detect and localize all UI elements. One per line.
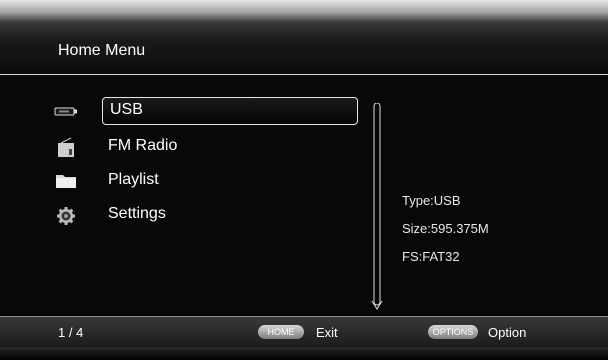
options-button[interactable]: OPTIONS bbox=[428, 325, 478, 339]
info-fs: FS:FAT32 bbox=[402, 249, 460, 264]
menu-item-label: USB bbox=[110, 101, 143, 118]
radio-icon bbox=[58, 137, 74, 157]
page-indicator: 1 / 4 bbox=[58, 325, 84, 340]
menu-item-fm-radio[interactable]: FM Radio bbox=[54, 133, 254, 161]
menu-item-playlist[interactable]: Playlist bbox=[54, 167, 254, 195]
folder-icon bbox=[56, 175, 76, 188]
option-label: Option bbox=[488, 325, 527, 340]
footer-bar: 1 / 4 HOME Exit OPTIONS Option bbox=[0, 316, 608, 347]
menu-item-label: FM Radio bbox=[108, 137, 178, 154]
header-bar: Home Menu bbox=[0, 22, 608, 75]
top-bevel bbox=[0, 0, 608, 22]
usb-icon bbox=[54, 107, 77, 116]
menu-item-label: Playlist bbox=[108, 171, 159, 188]
info-type: Type:USB bbox=[402, 193, 461, 208]
home-button[interactable]: HOME bbox=[258, 325, 304, 339]
home-menu-screen: Home Menu USB FM Radio Playlist Settings… bbox=[0, 0, 608, 360]
menu-item-label: Settings bbox=[108, 205, 166, 222]
bottom-bevel bbox=[0, 347, 608, 360]
menu-item-usb[interactable]: USB bbox=[54, 97, 364, 125]
scrollbar[interactable] bbox=[370, 103, 384, 313]
page-title: Home Menu bbox=[58, 42, 146, 59]
exit-label: Exit bbox=[316, 325, 338, 340]
gear-icon bbox=[57, 207, 75, 225]
main-panel: USB FM Radio Playlist Settings Type:USB … bbox=[0, 75, 608, 315]
menu-item-settings[interactable]: Settings bbox=[54, 201, 254, 229]
info-size: Size:595.375M bbox=[402, 221, 489, 236]
